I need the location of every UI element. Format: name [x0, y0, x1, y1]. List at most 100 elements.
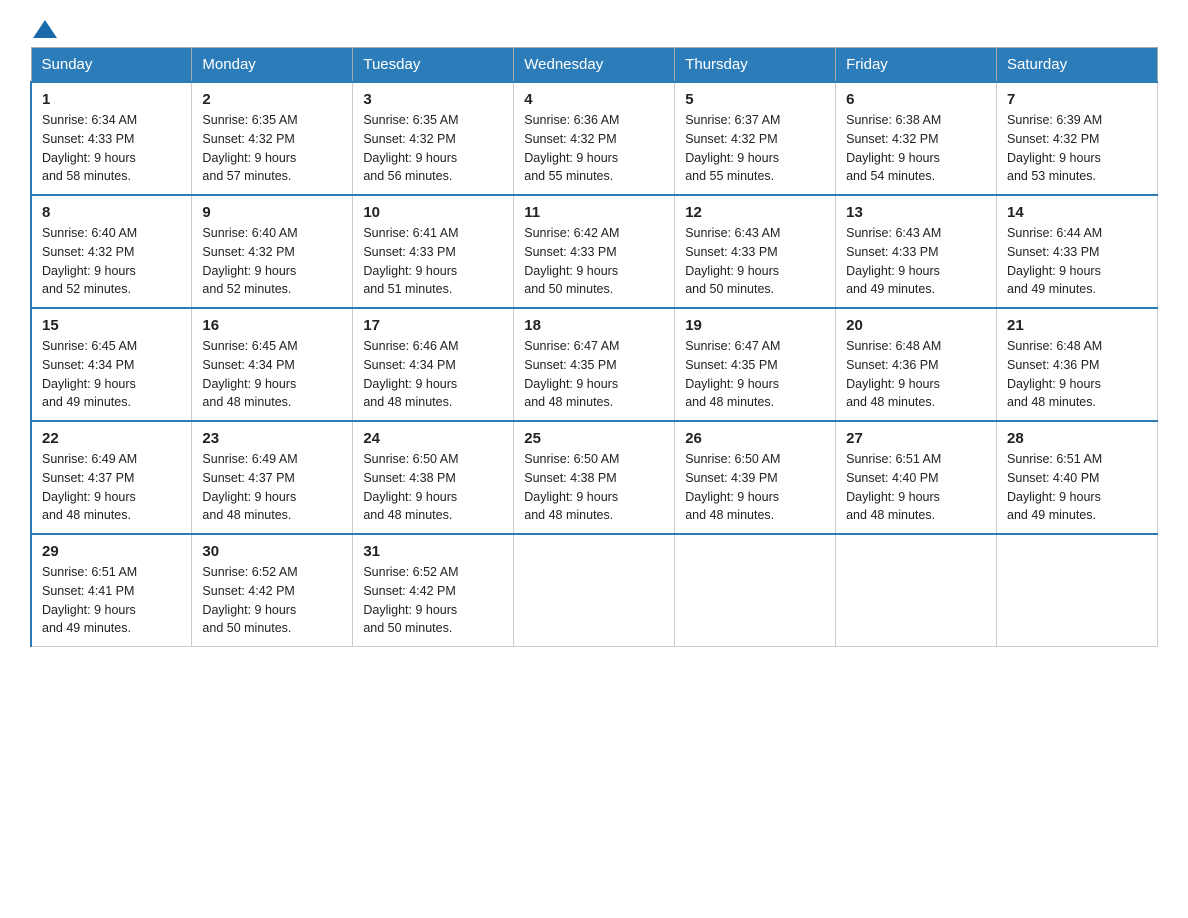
day-number: 10: [363, 204, 503, 221]
day-info: Sunrise: 6:38 AM Sunset: 4:32 PM Dayligh…: [846, 111, 986, 186]
day-info: Sunrise: 6:37 AM Sunset: 4:32 PM Dayligh…: [685, 111, 825, 186]
day-number: 21: [1007, 317, 1147, 334]
day-number: 20: [846, 317, 986, 334]
day-info: Sunrise: 6:44 AM Sunset: 4:33 PM Dayligh…: [1007, 224, 1147, 299]
day-of-week-header: Sunday: [31, 48, 192, 83]
calendar-day-cell: 15 Sunrise: 6:45 AM Sunset: 4:34 PM Dayl…: [31, 308, 192, 421]
calendar-day-cell: [514, 534, 675, 647]
calendar-day-cell: 23 Sunrise: 6:49 AM Sunset: 4:37 PM Dayl…: [192, 421, 353, 534]
day-info: Sunrise: 6:49 AM Sunset: 4:37 PM Dayligh…: [42, 450, 181, 525]
day-info: Sunrise: 6:39 AM Sunset: 4:32 PM Dayligh…: [1007, 111, 1147, 186]
day-info: Sunrise: 6:46 AM Sunset: 4:34 PM Dayligh…: [363, 337, 503, 412]
calendar-day-cell: 7 Sunrise: 6:39 AM Sunset: 4:32 PM Dayli…: [997, 82, 1158, 195]
day-number: 4: [524, 91, 664, 108]
day-info: Sunrise: 6:49 AM Sunset: 4:37 PM Dayligh…: [202, 450, 342, 525]
calendar-day-cell: [836, 534, 997, 647]
calendar-day-cell: 16 Sunrise: 6:45 AM Sunset: 4:34 PM Dayl…: [192, 308, 353, 421]
day-number: 15: [42, 317, 181, 334]
day-info: Sunrise: 6:51 AM Sunset: 4:41 PM Dayligh…: [42, 563, 181, 638]
day-number: 6: [846, 91, 986, 108]
logo-row1: [30, 20, 57, 37]
calendar-header: SundayMondayTuesdayWednesdayThursdayFrid…: [31, 48, 1158, 83]
calendar-day-cell: 4 Sunrise: 6:36 AM Sunset: 4:32 PM Dayli…: [514, 82, 675, 195]
calendar-day-cell: 30 Sunrise: 6:52 AM Sunset: 4:42 PM Dayl…: [192, 534, 353, 647]
day-of-week-header: Saturday: [997, 48, 1158, 83]
calendar-week-row: 15 Sunrise: 6:45 AM Sunset: 4:34 PM Dayl…: [31, 308, 1158, 421]
calendar-day-cell: 18 Sunrise: 6:47 AM Sunset: 4:35 PM Dayl…: [514, 308, 675, 421]
day-info: Sunrise: 6:43 AM Sunset: 4:33 PM Dayligh…: [685, 224, 825, 299]
page-header: [30, 20, 1158, 37]
calendar-table: SundayMondayTuesdayWednesdayThursdayFrid…: [30, 47, 1158, 647]
day-number: 1: [42, 91, 181, 108]
day-info: Sunrise: 6:48 AM Sunset: 4:36 PM Dayligh…: [846, 337, 986, 412]
day-number: 2: [202, 91, 342, 108]
day-number: 31: [363, 543, 503, 560]
day-number: 5: [685, 91, 825, 108]
day-number: 25: [524, 430, 664, 447]
calendar-day-cell: 27 Sunrise: 6:51 AM Sunset: 4:40 PM Dayl…: [836, 421, 997, 534]
day-number: 29: [42, 543, 181, 560]
day-number: 16: [202, 317, 342, 334]
day-number: 17: [363, 317, 503, 334]
calendar-day-cell: 3 Sunrise: 6:35 AM Sunset: 4:32 PM Dayli…: [353, 82, 514, 195]
calendar-day-cell: 12 Sunrise: 6:43 AM Sunset: 4:33 PM Dayl…: [675, 195, 836, 308]
day-number: 7: [1007, 91, 1147, 108]
day-info: Sunrise: 6:50 AM Sunset: 4:39 PM Dayligh…: [685, 450, 825, 525]
calendar-week-row: 8 Sunrise: 6:40 AM Sunset: 4:32 PM Dayli…: [31, 195, 1158, 308]
calendar-day-cell: 19 Sunrise: 6:47 AM Sunset: 4:35 PM Dayl…: [675, 308, 836, 421]
day-number: 28: [1007, 430, 1147, 447]
day-info: Sunrise: 6:52 AM Sunset: 4:42 PM Dayligh…: [202, 563, 342, 638]
day-info: Sunrise: 6:50 AM Sunset: 4:38 PM Dayligh…: [363, 450, 503, 525]
day-info: Sunrise: 6:34 AM Sunset: 4:33 PM Dayligh…: [42, 111, 181, 186]
day-info: Sunrise: 6:52 AM Sunset: 4:42 PM Dayligh…: [363, 563, 503, 638]
day-info: Sunrise: 6:36 AM Sunset: 4:32 PM Dayligh…: [524, 111, 664, 186]
day-info: Sunrise: 6:41 AM Sunset: 4:33 PM Dayligh…: [363, 224, 503, 299]
calendar-day-cell: 26 Sunrise: 6:50 AM Sunset: 4:39 PM Dayl…: [675, 421, 836, 534]
day-of-week-header: Thursday: [675, 48, 836, 83]
day-info: Sunrise: 6:42 AM Sunset: 4:33 PM Dayligh…: [524, 224, 664, 299]
day-info: Sunrise: 6:40 AM Sunset: 4:32 PM Dayligh…: [42, 224, 181, 299]
day-info: Sunrise: 6:51 AM Sunset: 4:40 PM Dayligh…: [846, 450, 986, 525]
calendar-day-cell: 1 Sunrise: 6:34 AM Sunset: 4:33 PM Dayli…: [31, 82, 192, 195]
calendar-week-row: 29 Sunrise: 6:51 AM Sunset: 4:41 PM Dayl…: [31, 534, 1158, 647]
calendar-day-cell: 28 Sunrise: 6:51 AM Sunset: 4:40 PM Dayl…: [997, 421, 1158, 534]
day-info: Sunrise: 6:47 AM Sunset: 4:35 PM Dayligh…: [685, 337, 825, 412]
calendar-day-cell: 21 Sunrise: 6:48 AM Sunset: 4:36 PM Dayl…: [997, 308, 1158, 421]
day-number: 8: [42, 204, 181, 221]
day-number: 19: [685, 317, 825, 334]
day-number: 30: [202, 543, 342, 560]
calendar-day-cell: 9 Sunrise: 6:40 AM Sunset: 4:32 PM Dayli…: [192, 195, 353, 308]
header-row: SundayMondayTuesdayWednesdayThursdayFrid…: [31, 48, 1158, 83]
calendar-week-row: 22 Sunrise: 6:49 AM Sunset: 4:37 PM Dayl…: [31, 421, 1158, 534]
calendar-week-row: 1 Sunrise: 6:34 AM Sunset: 4:33 PM Dayli…: [31, 82, 1158, 195]
day-number: 27: [846, 430, 986, 447]
calendar-day-cell: 14 Sunrise: 6:44 AM Sunset: 4:33 PM Dayl…: [997, 195, 1158, 308]
day-number: 24: [363, 430, 503, 447]
day-info: Sunrise: 6:40 AM Sunset: 4:32 PM Dayligh…: [202, 224, 342, 299]
day-info: Sunrise: 6:50 AM Sunset: 4:38 PM Dayligh…: [524, 450, 664, 525]
day-number: 26: [685, 430, 825, 447]
day-number: 14: [1007, 204, 1147, 221]
calendar-day-cell: 6 Sunrise: 6:38 AM Sunset: 4:32 PM Dayli…: [836, 82, 997, 195]
day-number: 3: [363, 91, 503, 108]
day-info: Sunrise: 6:35 AM Sunset: 4:32 PM Dayligh…: [363, 111, 503, 186]
calendar-day-cell: 20 Sunrise: 6:48 AM Sunset: 4:36 PM Dayl…: [836, 308, 997, 421]
calendar-day-cell: 22 Sunrise: 6:49 AM Sunset: 4:37 PM Dayl…: [31, 421, 192, 534]
day-info: Sunrise: 6:48 AM Sunset: 4:36 PM Dayligh…: [1007, 337, 1147, 412]
calendar-day-cell: 10 Sunrise: 6:41 AM Sunset: 4:33 PM Dayl…: [353, 195, 514, 308]
day-of-week-header: Wednesday: [514, 48, 675, 83]
day-of-week-header: Friday: [836, 48, 997, 83]
day-number: 18: [524, 317, 664, 334]
day-info: Sunrise: 6:51 AM Sunset: 4:40 PM Dayligh…: [1007, 450, 1147, 525]
day-info: Sunrise: 6:35 AM Sunset: 4:32 PM Dayligh…: [202, 111, 342, 186]
calendar-day-cell: 17 Sunrise: 6:46 AM Sunset: 4:34 PM Dayl…: [353, 308, 514, 421]
calendar-day-cell: 2 Sunrise: 6:35 AM Sunset: 4:32 PM Dayli…: [192, 82, 353, 195]
day-info: Sunrise: 6:47 AM Sunset: 4:35 PM Dayligh…: [524, 337, 664, 412]
day-number: 9: [202, 204, 342, 221]
calendar-day-cell: 31 Sunrise: 6:52 AM Sunset: 4:42 PM Dayl…: [353, 534, 514, 647]
calendar-day-cell: 13 Sunrise: 6:43 AM Sunset: 4:33 PM Dayl…: [836, 195, 997, 308]
calendar-day-cell: [997, 534, 1158, 647]
day-number: 11: [524, 204, 664, 221]
day-number: 13: [846, 204, 986, 221]
day-number: 12: [685, 204, 825, 221]
